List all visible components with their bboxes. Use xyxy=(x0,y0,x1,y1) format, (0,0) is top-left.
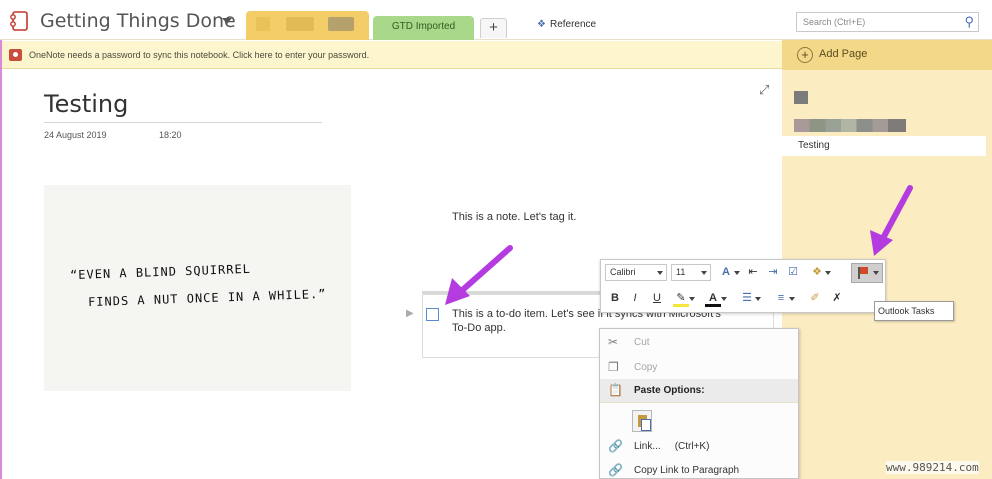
todo-checkbox[interactable] xyxy=(426,308,439,321)
decrease-indent-icon[interactable]: ⇤ xyxy=(745,264,761,281)
bullets-icon[interactable]: ☰ xyxy=(739,290,761,307)
underline-icon[interactable]: U xyxy=(649,290,665,307)
todo-tag-icon[interactable]: ☑ xyxy=(785,264,801,281)
font-dropdown[interactable]: Calibri xyxy=(605,264,667,281)
reference-icon: ❖ xyxy=(537,19,546,30)
format-painter-icon[interactable]: ✐ xyxy=(807,290,823,307)
title-bar: Getting Things Done GTD Imported + ❖ Refe… xyxy=(0,0,992,40)
menu-item-copy-link-paragraph[interactable]: 🔗 Copy Link to Paragraph xyxy=(600,459,798,479)
outlook-tasks-tooltip: Outlook Tasks xyxy=(874,301,954,321)
paste-icon: 📋 xyxy=(608,383,623,397)
lock-warning-icon xyxy=(9,49,22,61)
watermark: www.989214.com xyxy=(886,461,979,474)
font-value: Calibri xyxy=(610,267,636,277)
page-date: 24 August 2019 xyxy=(44,130,107,140)
paste-keep-source-icon[interactable] xyxy=(632,410,652,432)
copy-icon: ❐ xyxy=(608,360,619,374)
link-paragraph-icon: 🔗 xyxy=(608,463,623,477)
link-icon: 🔗 xyxy=(608,439,623,453)
bold-icon[interactable]: B xyxy=(607,290,623,307)
add-section-button[interactable]: + xyxy=(480,18,507,38)
link-label: Link... xyxy=(634,441,661,452)
search-input[interactable]: Search (Ctrl+E) ⚲ xyxy=(796,12,979,32)
copy-link-paragraph-label: Copy Link to Paragraph xyxy=(634,465,740,476)
password-infobar[interactable]: OneNote needs a password to sync this no… xyxy=(2,41,782,69)
page-time: 18:20 xyxy=(159,130,182,140)
expand-icon[interactable]: ⤢ xyxy=(759,82,769,98)
increase-indent-icon[interactable]: ⇥ xyxy=(765,264,781,281)
handwriting-line-1: “EVEN A BLIND SQUIRREL xyxy=(69,261,252,283)
section-tab-gtd-imported[interactable]: GTD Imported xyxy=(373,16,474,40)
clear-formatting-icon[interactable]: ✗ xyxy=(829,290,845,307)
mini-toolbar: Calibri 11 A ⇤ ⇥ ☑ ❖ B I U ✎ A ☰ ≡ ✐ ✗ xyxy=(600,259,886,313)
title-divider xyxy=(44,122,322,123)
reference-tab[interactable]: ❖ Reference xyxy=(537,19,596,30)
notebook-title[interactable]: Getting Things Done xyxy=(40,10,236,32)
paste-options-label: Paste Options: xyxy=(634,385,705,396)
note-text[interactable]: This is a note. Let's tag it. xyxy=(452,211,576,223)
font-size-value: 11 xyxy=(676,267,686,277)
page-title[interactable]: Testing xyxy=(44,90,128,118)
blurred-page-item[interactable] xyxy=(794,91,808,104)
blurred-section-tab[interactable] xyxy=(286,17,314,31)
notebook-icon xyxy=(10,11,28,31)
notebook-dropdown-icon[interactable] xyxy=(222,18,232,24)
copy-label: Copy xyxy=(634,362,658,373)
infobar-message[interactable]: OneNote needs a password to sync this no… xyxy=(29,50,369,60)
search-placeholder: Search (Ctrl+E) xyxy=(803,17,866,27)
reference-label: Reference xyxy=(549,19,597,30)
outlook-tasks-dropdown-icon[interactable] xyxy=(873,271,879,275)
tag-icon[interactable]: ❖ xyxy=(809,264,831,281)
add-page-label: Add Page xyxy=(819,48,868,60)
outlook-tasks-button[interactable] xyxy=(851,263,883,283)
menu-item-link[interactable]: 🔗 Link... (Ctrl+K) xyxy=(600,435,798,459)
font-size-dropdown[interactable]: 11 xyxy=(671,264,711,281)
font-color-icon[interactable]: A xyxy=(705,290,727,307)
context-menu: ✂ Cut ❐ Copy 📋 Paste Options: 🔗 Link... (Ctrl… xyxy=(599,328,799,479)
menu-item-copy[interactable]: ❐ Copy xyxy=(600,356,798,380)
cut-label: Cut xyxy=(634,337,650,348)
handwriting-line-2: FINDS A NUT ONCE IN A WHILE.” xyxy=(87,286,327,310)
blurred-section-tab[interactable] xyxy=(256,17,270,31)
link-shortcut: (Ctrl+K) xyxy=(674,441,710,452)
flag-icon xyxy=(858,267,868,279)
plus-circle-icon: + xyxy=(797,47,813,63)
blurred-page-item[interactable] xyxy=(794,119,906,132)
numbering-icon[interactable]: ≡ xyxy=(773,290,795,307)
page-item-testing[interactable]: Testing xyxy=(782,136,986,156)
paragraph-handle-icon[interactable]: ▶ xyxy=(406,308,414,319)
blurred-section-tab[interactable] xyxy=(328,17,354,31)
scissors-icon: ✂ xyxy=(608,335,619,349)
search-icon[interactable]: ⚲ xyxy=(964,14,974,30)
menu-item-paste-options: 📋 Paste Options: xyxy=(600,379,798,403)
menu-item-cut[interactable]: ✂ Cut xyxy=(600,331,798,355)
highlight-icon[interactable]: ✎ xyxy=(673,290,695,307)
handwriting-photo[interactable]: “EVEN A BLIND SQUIRREL FINDS A NUT ONCE … xyxy=(44,185,351,391)
font-style-icon[interactable]: A xyxy=(718,264,740,281)
add-page-button[interactable]: + Add Page xyxy=(782,40,992,70)
italic-icon[interactable]: I xyxy=(627,290,643,307)
section-group[interactable] xyxy=(246,11,369,40)
